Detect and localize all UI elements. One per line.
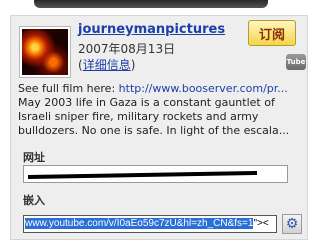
tube-icon: Tube	[286, 54, 306, 70]
upload-date: 2007年08月13日	[78, 42, 176, 56]
player-bottom-edge	[34, 0, 268, 8]
embed-selected-text: www.youtube.com/v/I0aEo59c7zU&hl=zh_CN&f…	[25, 218, 254, 229]
description-link[interactable]: http://www.booserver.com/pr...	[119, 82, 288, 95]
description-prefix: See full film here:	[18, 82, 119, 95]
video-info-panel: journeymanpictures 2007年08月13日 (详细信息) 订阅…	[10, 15, 308, 240]
url-input[interactable]	[23, 165, 288, 183]
details-line: (详细信息)	[78, 56, 135, 73]
avatar-image	[22, 29, 68, 75]
embed-code-input[interactable]: www.youtube.com/v/I0aEo59c7zU&hl=zh_CN&f…	[23, 215, 277, 233]
video-description: See full film here: http://www.booserver…	[18, 82, 306, 138]
channel-avatar[interactable]	[19, 26, 71, 78]
url-redaction	[28, 171, 257, 179]
details-close-paren: )	[130, 58, 136, 72]
embed-settings-button[interactable]: ⚙	[282, 214, 302, 234]
embed-tail-text: "><	[253, 218, 269, 229]
url-label: 网址	[23, 151, 45, 164]
gear-icon: ⚙	[285, 216, 299, 232]
channel-name-link[interactable]: journeymanpictures	[78, 22, 225, 37]
description-text: May 2003 life in Gaza is a constant gaun…	[18, 96, 290, 137]
subscribe-button[interactable]: 订阅	[248, 20, 296, 46]
details-link[interactable]: 详细信息	[83, 58, 131, 72]
embed-label: 嵌入	[23, 194, 45, 207]
